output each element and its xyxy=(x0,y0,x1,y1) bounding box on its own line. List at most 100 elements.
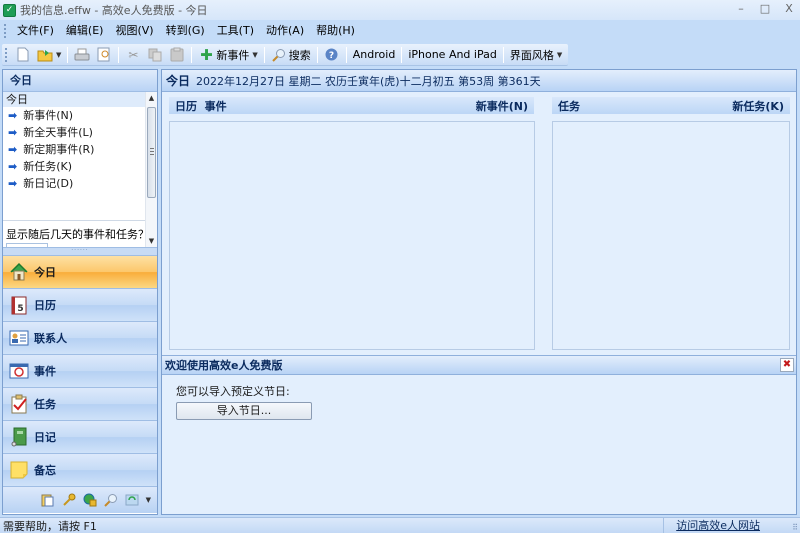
action-new-task[interactable]: ➡ 新任务(K) xyxy=(3,158,145,175)
today-view: 今日 2022年12月27日 星期二 农历壬寅年(虎)十二月初五 第53周 第3… xyxy=(161,69,797,515)
nav-mini-icons: ▼ xyxy=(3,486,157,513)
paste-icon xyxy=(169,47,185,63)
menu-view[interactable]: 视图(V) xyxy=(109,22,159,40)
key-icon[interactable] xyxy=(62,493,76,507)
open-folder-icon xyxy=(37,47,53,63)
search-icon[interactable] xyxy=(103,493,118,507)
copy-button[interactable] xyxy=(144,45,166,65)
svg-text:5: 5 xyxy=(17,304,23,314)
events-section-title: 日历 事件 xyxy=(175,99,227,113)
resize-grip-icon[interactable]: ⠿ xyxy=(792,523,798,532)
nav-label: 日历 xyxy=(34,299,56,312)
arrow-right-icon: ➡ xyxy=(8,126,18,139)
nav-label: 今日 xyxy=(34,266,56,279)
clipboard-icon[interactable] xyxy=(41,493,55,507)
days-value: 7 xyxy=(10,245,17,247)
action-new-diary[interactable]: ➡ 新日记(D) xyxy=(3,175,145,192)
printer-icon xyxy=(74,47,90,63)
nav-today[interactable]: 今日 xyxy=(3,255,157,288)
toolbar-grip[interactable] xyxy=(5,47,8,62)
help-icon: ? xyxy=(324,47,340,63)
tasks-list-panel[interactable] xyxy=(552,121,790,350)
menu-tools[interactable]: 工具(T) xyxy=(211,22,260,40)
android-button[interactable]: Android xyxy=(350,45,399,65)
home-icon xyxy=(9,262,29,282)
chevron-down-icon[interactable]: ▼ xyxy=(557,51,562,59)
nav-label: 事件 xyxy=(34,365,56,378)
welcome-bar: 欢迎使用高效e人免费版 ✖ xyxy=(162,355,796,375)
print-button[interactable] xyxy=(71,45,93,65)
action-new-recurring-event[interactable]: ➡ 新定期事件(R) xyxy=(3,141,145,158)
days-select[interactable]: 7 ▼ xyxy=(6,243,48,247)
nav-memo[interactable]: 备忘 xyxy=(3,453,157,486)
tasks-section-header: 任务 新任务(K) xyxy=(552,97,790,114)
menu-edit[interactable]: 编辑(E) xyxy=(60,22,110,40)
print-preview-button[interactable] xyxy=(93,45,115,65)
nav-tasks[interactable]: 任务 xyxy=(3,387,157,420)
skin-style-button[interactable]: 界面风格 ▼ xyxy=(507,45,565,65)
new-task-link[interactable]: 新任务(K) xyxy=(732,98,784,114)
scissors-icon: ✂ xyxy=(128,47,139,62)
action-label: 新定期事件(R) xyxy=(23,143,95,156)
today-bar: 今日 2022年12月27日 星期二 农历壬寅年(虎)十二月初五 第53周 第3… xyxy=(162,70,796,92)
pane-splitter[interactable]: ······ xyxy=(3,247,157,255)
nav-label: 备忘 xyxy=(34,464,56,477)
chevron-down-icon[interactable]: ▼ xyxy=(56,51,61,59)
minimize-button[interactable]: – xyxy=(734,2,748,15)
new-event-link[interactable]: 新事件(N) xyxy=(476,98,528,114)
menu-goto[interactable]: 转到(G) xyxy=(160,22,211,40)
open-file-button[interactable]: ▼ xyxy=(34,45,64,65)
search-button[interactable]: 搜索 xyxy=(268,45,314,65)
scroll-up-icon[interactable]: ▲ xyxy=(146,92,157,104)
action-label: 新任务(K) xyxy=(23,160,73,173)
vertical-scrollbar[interactable]: ▲ ▼ xyxy=(145,92,157,247)
arrow-right-icon: ➡ xyxy=(8,160,18,173)
cut-button[interactable]: ✂ xyxy=(122,45,144,65)
toolbar-separator xyxy=(502,46,504,63)
print-preview-icon xyxy=(96,47,112,63)
nav-diary[interactable]: 日记 xyxy=(3,420,157,453)
app-check-icon: ✓ xyxy=(3,3,16,17)
toolbar-separator xyxy=(316,46,318,63)
welcome-text: 您可以导入预定义节日: xyxy=(176,385,290,398)
tasks-icon xyxy=(9,394,29,414)
action-new-allday-event[interactable]: ➡ 新全天事件(L) xyxy=(3,124,145,141)
menu-help[interactable]: 帮助(H) xyxy=(310,22,361,40)
arrow-right-icon: ➡ xyxy=(8,143,18,156)
visit-website-link[interactable]: 访问高效e人网站 xyxy=(663,518,760,533)
globe-lock-icon[interactable] xyxy=(83,493,97,507)
chevron-down-icon: ▼ xyxy=(37,244,42,247)
navigation-pane: 今日 今日 ➡ 新事件(N) ➡ 新全天事件(L) ➡ 新定期事件(R) ➡ 新… xyxy=(2,69,158,515)
sync-icon[interactable] xyxy=(125,493,139,507)
events-list-panel[interactable] xyxy=(169,121,535,350)
iphone-ipad-button[interactable]: iPhone And iPad xyxy=(405,45,500,65)
menu-file[interactable]: 文件(F) xyxy=(11,22,60,40)
nav-events[interactable]: 事件 xyxy=(3,354,157,387)
menu-grip[interactable] xyxy=(4,24,7,38)
divider xyxy=(3,220,145,221)
chevron-down-icon[interactable]: ▼ xyxy=(252,51,257,59)
toolbar-separator xyxy=(345,46,347,63)
events-icon xyxy=(9,361,29,381)
scroll-down-icon[interactable]: ▼ xyxy=(146,235,157,247)
menu-actions[interactable]: 动作(A) xyxy=(260,22,310,40)
new-event-button[interactable]: ✚ 新事件 ▼ xyxy=(195,45,260,65)
close-button[interactable]: X xyxy=(782,2,796,15)
scroll-thumb[interactable] xyxy=(147,107,156,198)
new-file-button[interactable] xyxy=(12,45,34,65)
arrow-right-icon: ➡ xyxy=(8,109,18,122)
help-button[interactable]: ? xyxy=(321,45,343,65)
chevron-down-icon[interactable]: ▼ xyxy=(146,496,151,504)
maximize-button[interactable]: □ xyxy=(758,2,772,15)
import-holidays-button[interactable]: 导入节日... xyxy=(176,402,312,420)
contacts-icon xyxy=(9,328,29,348)
action-new-event[interactable]: ➡ 新事件(N) xyxy=(3,107,145,124)
paste-button[interactable] xyxy=(166,45,188,65)
close-icon[interactable]: ✖ xyxy=(780,358,794,372)
menu-bar: 文件(F) 编辑(E) 视图(V) 转到(G) 工具(T) 动作(A) 帮助(H… xyxy=(0,20,800,42)
nav-calendar[interactable]: 5 日历 xyxy=(3,288,157,321)
arrow-right-icon: ➡ xyxy=(8,177,18,190)
action-label: 新全天事件(L) xyxy=(23,126,93,139)
status-help-text: 需要帮助，请按 F1 xyxy=(3,519,97,533)
nav-contacts[interactable]: 联系人 xyxy=(3,321,157,354)
